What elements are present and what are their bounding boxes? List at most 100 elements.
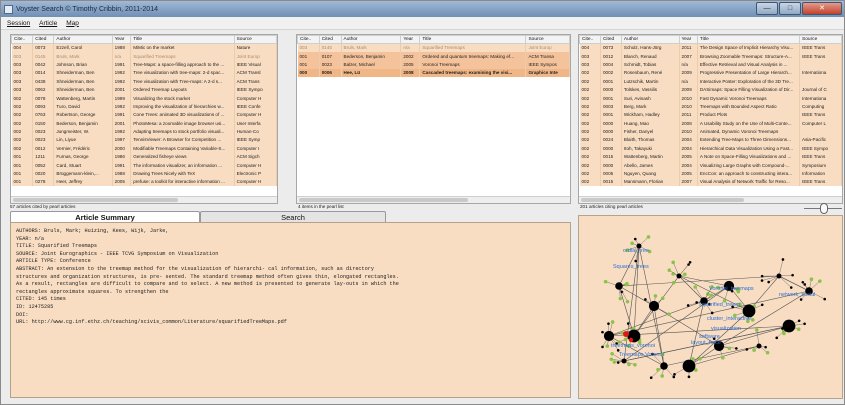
tab-search[interactable]: Search [200, 211, 386, 222]
table-row[interactable]: 004 0073 Ezzell, Carol 1988 MiMic on the mar… [11, 43, 277, 52]
table-row[interactable]: 002 0001 Wickham, Hadley 2011 Product Plots I… [579, 110, 842, 120]
graph-hub-node[interactable] [776, 273, 782, 279]
graph-leaf-node[interactable] [686, 304, 690, 307]
graph-leaf-node[interactable] [653, 294, 658, 298]
graph-leaf-node[interactable] [601, 345, 604, 349]
graph-leaf-node[interactable] [660, 374, 664, 378]
zoom-slider[interactable] [804, 202, 842, 216]
graph-label[interactable]: layout_force [691, 340, 721, 346]
table-row[interactable]: 002 0763 Robertson, George 1991 Cone Trees: … [11, 110, 277, 120]
graph-highlight-node[interactable] [628, 337, 634, 343]
table-row[interactable]: 002 0015 Wattenberg, Martin 2005 A Note on S… [579, 152, 842, 161]
graph-leaf-node[interactable] [721, 355, 725, 360]
graph-leaf-node[interactable] [667, 312, 671, 317]
graph-label[interactable]: network_social [779, 292, 815, 298]
table-row[interactable]: 002 0000 Tolskes, Vassilis 2009 DASimaps: Sp… [579, 85, 842, 94]
graph-leaf-node[interactable] [601, 330, 604, 334]
table-row[interactable]: 002 0023 Lin, Liyue 1997 TennisViewer: A Bro… [11, 135, 277, 145]
citing-articles-table[interactable]: Cite.. Cited Author Year Title Source 004 0073 S… [578, 34, 843, 204]
column-header[interactable]: Year [400, 35, 421, 44]
graph-label[interactable]: ordial_tree [623, 248, 649, 254]
graph-leaf-node[interactable] [803, 283, 807, 286]
graph-leaf-node[interactable] [809, 277, 814, 282]
graph-leaf-node[interactable] [709, 293, 714, 298]
graph-leaf-node[interactable] [781, 258, 785, 261]
column-header[interactable]: Title [696, 35, 801, 44]
scrollbar-thumb[interactable] [13, 198, 178, 202]
graph-leaf-node[interactable] [633, 237, 637, 241]
cited-articles-table[interactable]: Cite.. Cited Author Year Title Source 004 0073 E… [10, 34, 278, 204]
column-header[interactable]: Year [678, 35, 698, 44]
column-header[interactable]: Year [111, 35, 132, 44]
column-header[interactable]: Title [130, 35, 235, 44]
column-header[interactable]: Cite.. [579, 35, 601, 44]
graph-hub-node[interactable] [615, 282, 623, 290]
graph-leaf-node[interactable] [764, 345, 767, 349]
graph-leaf-node[interactable] [610, 320, 615, 324]
graph-label[interactable]: cluster_interactive [707, 316, 751, 322]
graph-leaf-node[interactable] [609, 357, 614, 362]
graph-leaf-node[interactable] [710, 311, 714, 315]
title-bar[interactable]: Voyster Search © Timothy Cribbin, 2011-2… [1, 1, 844, 17]
graph-leaf-node[interactable] [818, 279, 822, 283]
graph-hub-node[interactable] [676, 273, 682, 279]
graph-hub-node[interactable] [782, 319, 796, 333]
close-button[interactable]: ✕ [802, 2, 842, 15]
pearl-list-table[interactable]: Cite.. Cited Author Year Title Source 003 0145 B… [296, 34, 571, 204]
table-row[interactable]: 002 0002 Rosenbaum, René 2009 Progressive Pr… [579, 68, 842, 78]
table-row[interactable]: 001 1211 Furnas, George 1986 Generalized fis… [11, 152, 277, 161]
table-row[interactable]: 002 0093 Turo, David 1992 Improving the visu… [11, 102, 277, 111]
menu-session[interactable]: Session [7, 20, 30, 27]
table-row[interactable]: 002 0023 Jungmeister, W. 1992 Adapting treem… [11, 127, 277, 136]
graph-leaf-node[interactable] [616, 361, 620, 364]
table-row[interactable]: 002 0015 Mansmann, Florian 2007 Visual Analy… [579, 177, 842, 187]
graph-leaf-node[interactable] [625, 281, 629, 286]
graph-leaf-node[interactable] [649, 376, 653, 379]
graph-leaf-node[interactable] [691, 357, 695, 361]
table-row[interactable]: 001 0023 Balzer, Michael 2005 Voronoi Treema… [297, 60, 570, 69]
graph-leaf-node[interactable] [775, 336, 779, 340]
graph-label[interactable]: Squares_trees [613, 264, 649, 270]
menu-article[interactable]: Article [39, 20, 57, 27]
table-row[interactable]: 001 0020 Brüggemann-klein,... 1988 Drawing T… [11, 169, 277, 178]
graph-leaf-node[interactable] [796, 327, 801, 332]
graph-hub-node[interactable] [648, 300, 660, 312]
graph-leaf-node[interactable] [603, 279, 608, 284]
graph-leaf-node[interactable] [610, 352, 614, 356]
table-row[interactable]: 002 0150 Bederson, Benjamin 2001 PhotoMesa: … [11, 119, 277, 128]
column-header[interactable]: Author [620, 35, 680, 44]
citation-network-graph[interactable]: ordial_tree Squares_trees Voronoi_treemaps… [578, 215, 843, 399]
column-header[interactable]: Source [525, 35, 570, 44]
horizontal-scrollbar[interactable] [579, 196, 842, 203]
graph-leaf-node[interactable] [765, 350, 770, 355]
graph-leaf-node[interactable] [618, 296, 623, 301]
graph-leaf-node[interactable] [646, 235, 651, 239]
table-row[interactable]: 002 0000 Huang, Mao 2008 A Usability Study o… [579, 119, 842, 128]
graph-leaf-node[interactable] [673, 373, 676, 376]
column-header[interactable]: Cited [599, 35, 622, 44]
table-row[interactable]: 002 0000 Fisher, Danyel 2010 Animated, Dynam… [579, 127, 842, 136]
graph-leaf-node[interactable] [803, 322, 806, 326]
table-row[interactable]: 003 0145 Bruls, Mark n/a Squarified Treemaps… [297, 43, 570, 52]
table-row[interactable]: 003 0438 Shneiderman, Ben 1992 Tree visualiz… [11, 77, 277, 86]
graph-leaf-node[interactable] [693, 285, 698, 289]
graph-leaf-node[interactable] [656, 367, 660, 372]
graph-leaf-node[interactable] [767, 280, 770, 284]
column-header[interactable]: Cite.. [297, 35, 320, 44]
graph-leaf-node[interactable] [727, 346, 732, 351]
graph-leaf-node[interactable] [760, 279, 764, 282]
graph-leaf-node[interactable] [623, 337, 628, 342]
graph-hub-node[interactable] [603, 330, 615, 342]
graph-hub-node[interactable] [756, 343, 762, 349]
horizontal-scrollbar[interactable] [297, 196, 570, 203]
graph-leaf-node[interactable] [612, 360, 617, 364]
graph-leaf-node[interactable] [605, 344, 610, 348]
graph-leaf-node[interactable] [823, 297, 827, 301]
table-row[interactable]: 002 0012 Vernier, Frédéric 2000 Modifiable T… [11, 144, 277, 153]
graph-leaf-node[interactable] [667, 268, 672, 273]
table-row[interactable]: 002 0000 Itoh, Takayuki 2004 Hierarchical Da… [579, 144, 842, 153]
table-row[interactable]: 002 0001 Lutzschik, Martin n/a Interactive P… [579, 77, 842, 86]
table-row[interactable]: 002 0000 Abello, James 2004 Visualizing Larg… [579, 160, 842, 170]
table-row[interactable]: 003 0014 Shneiderman, Ben 1992 Tree visualiz… [11, 68, 277, 78]
graph-leaf-node[interactable] [687, 263, 690, 266]
